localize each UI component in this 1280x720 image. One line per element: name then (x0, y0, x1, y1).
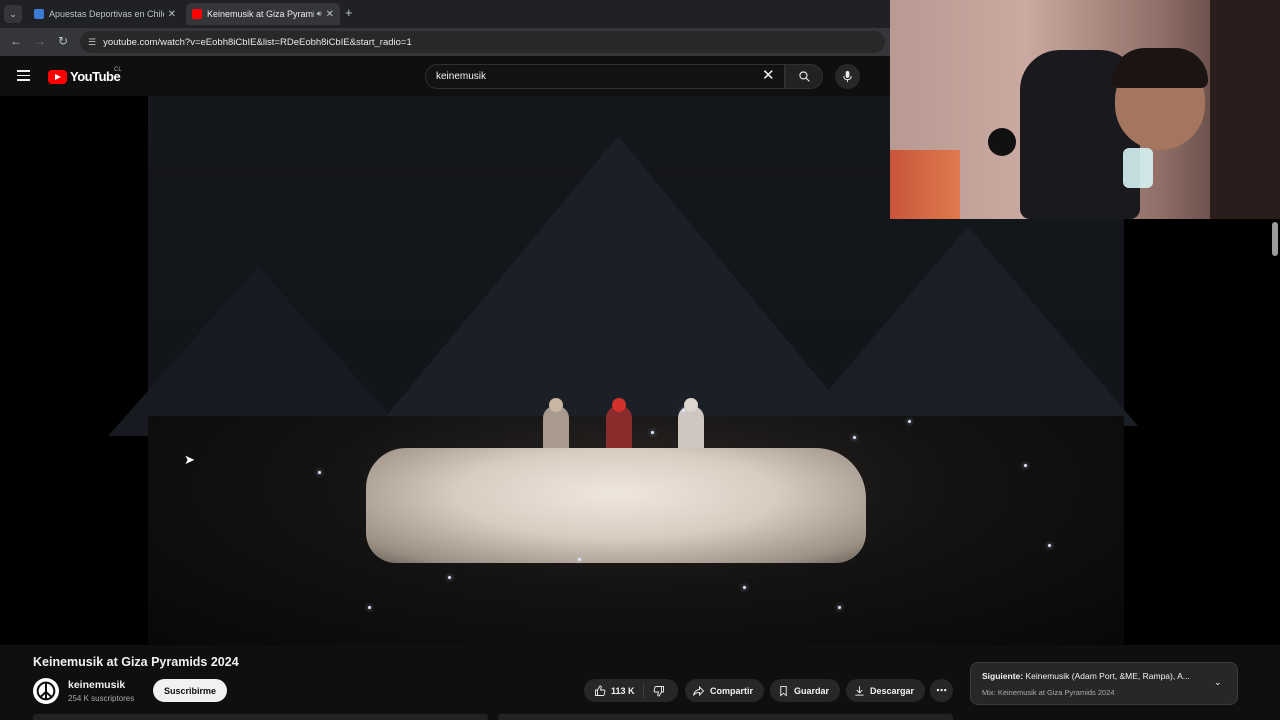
youtube-logo[interactable]: YouTube (48, 69, 121, 84)
microphone-icon (843, 71, 852, 82)
share-arrow-icon (693, 685, 705, 696)
performer-figure (606, 398, 632, 452)
phone-light (578, 558, 581, 561)
phone-light (853, 436, 856, 439)
save-button[interactable]: Guardar (770, 679, 841, 702)
browser-toolbar: ← → ↻ ☰ youtube.com/watch?v=eEobh8iCbIE&… (0, 28, 890, 56)
more-actions-button[interactable]: ⋯ (930, 679, 953, 702)
phone-light (1024, 464, 1027, 467)
up-next-playlist: Mix: Keinemusik at Giza Pyramids 2024 (982, 688, 1115, 697)
new-tab-plus-icon[interactable]: + (345, 5, 353, 20)
clear-search-icon[interactable]: ✕ (762, 67, 775, 85)
webcam-curtain (890, 150, 960, 219)
cloud-stage (366, 448, 866, 563)
pyramid-shape (378, 136, 858, 426)
tab-title: Keinemusik at Giza Pyramid (207, 9, 314, 19)
forward-arrow-icon[interactable]: → (34, 34, 46, 48)
up-next-title-line: Siguiente: Keinemusik (Adam Port, &ME, R… (982, 671, 1207, 681)
channel-avatar[interactable] (33, 678, 59, 704)
comment-box-edge (498, 714, 953, 720)
search-input[interactable]: keinemusik (425, 64, 785, 89)
bookmark-icon (780, 685, 787, 697)
phone-light (318, 471, 321, 474)
site-favicon-icon (34, 9, 44, 19)
tab-audio-icon[interactable]: 🔊︎ (317, 9, 322, 19)
video-title: Keinemusik at Giza Pyramids 2024 (33, 655, 239, 669)
performer-figure (678, 398, 704, 452)
up-next-label: Siguiente: (982, 671, 1024, 681)
phone-light (651, 431, 654, 434)
webcam-streamer-hair (1112, 48, 1208, 88)
tab-close-icon[interactable]: ✕ (326, 9, 334, 20)
country-code: CL (114, 67, 122, 73)
phone-light (908, 420, 911, 423)
phone-light (368, 606, 371, 609)
dislike-button[interactable] (644, 685, 670, 697)
download-label: Descargar (870, 685, 915, 696)
thumbs-down-icon (653, 685, 664, 696)
subscriber-count: 254 K suscriptores (68, 694, 135, 703)
youtube-play-icon (48, 69, 67, 84)
webcam-overlay (890, 0, 1280, 219)
youtube-favicon-icon (192, 9, 202, 19)
download-icon (855, 685, 864, 696)
youtube-header: YouTube CL keinemusik ✕ (0, 56, 890, 96)
like-count: 113 K (611, 685, 635, 696)
share-button[interactable]: Compartir (685, 679, 765, 702)
browser-tab-youtube[interactable]: Keinemusik at Giza Pyramid 🔊︎ ✕ (186, 3, 340, 25)
channel-name[interactable]: keinemusik (68, 679, 125, 691)
download-button[interactable]: Descargar (846, 679, 926, 702)
back-arrow-icon[interactable]: ← (10, 34, 22, 48)
voice-search-button[interactable] (835, 64, 860, 89)
search-icon (798, 71, 810, 82)
share-label: Compartir (710, 685, 754, 696)
thumbs-up-icon (595, 685, 606, 696)
tab-close-icon[interactable]: ✕ (168, 9, 176, 20)
browser-tab-bar: ⌄ Apuestas Deportivas en Chile | ✕ Keine… (0, 0, 890, 28)
performer-figure (543, 398, 569, 452)
url-text: youtube.com/watch?v=eEobh8iCbIE&list=RDe… (103, 36, 412, 48)
address-bar[interactable]: ☰ youtube.com/watch?v=eEobh8iCbIE&list=R… (80, 31, 885, 53)
pyramid-shape (798, 226, 1138, 426)
search-button[interactable] (785, 64, 823, 89)
video-info: Keinemusik at Giza Pyramids 2024 keinemu… (0, 645, 1280, 720)
up-next-title: Keinemusik (Adam Port, &ME, Rampa), A... (1025, 671, 1190, 681)
site-info-icon[interactable]: ☰ (88, 37, 96, 48)
reload-icon[interactable]: ↻ (58, 34, 68, 48)
peace-symbol-icon (36, 681, 56, 701)
youtube-wordmark: YouTube (70, 69, 121, 84)
phone-light (743, 586, 746, 589)
search-query: keinemusik (436, 71, 487, 82)
page-scrollbar[interactable] (1272, 222, 1278, 256)
webcam-speaker (988, 128, 1016, 156)
subscribe-button[interactable]: Suscribirme (153, 679, 228, 702)
mouse-cursor-icon: ➤ (184, 452, 195, 467)
webcam-shadow (1210, 0, 1280, 219)
phone-light (682, 409, 685, 412)
more-dots-icon: ⋯ (936, 685, 947, 697)
description-box-edge (33, 714, 488, 720)
phone-light (1048, 544, 1051, 547)
pyramid-shape (108, 266, 408, 436)
phone-light (838, 606, 841, 609)
save-label: Guardar (794, 685, 830, 696)
tab-title: Apuestas Deportivas en Chile | (49, 9, 164, 19)
up-next-card[interactable]: Siguiente: Keinemusik (Adam Port, &ME, R… (970, 662, 1238, 705)
like-dislike-group: 113 K (584, 679, 678, 702)
browser-tab-apuestas[interactable]: Apuestas Deportivas en Chile | ✕ (28, 3, 182, 25)
like-button[interactable]: 113 K (584, 683, 644, 698)
phone-light (448, 576, 451, 579)
tab-search-button[interactable]: ⌄ (4, 5, 22, 23)
hamburger-menu-icon[interactable] (17, 70, 30, 81)
chevron-down-icon[interactable]: ⌄ (1214, 677, 1222, 688)
webcam-microphone (1123, 148, 1153, 188)
